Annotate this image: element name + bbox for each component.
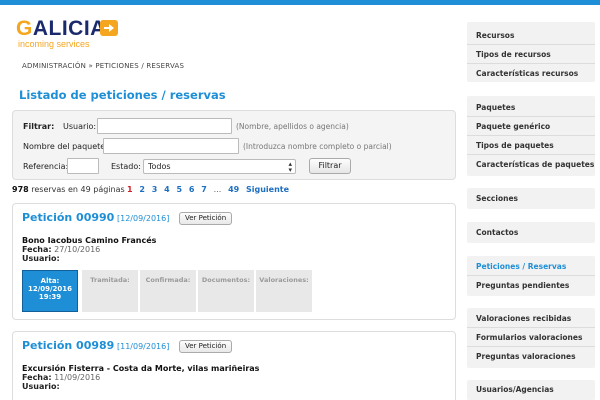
sidebar-item-paquetes[interactable]: Paquetes bbox=[467, 98, 595, 117]
page-link[interactable]: 2 bbox=[139, 185, 145, 194]
sidebar-item-secciones[interactable]: Secciones bbox=[467, 189, 595, 208]
sidebar-item-recursos[interactable]: Recursos bbox=[467, 26, 595, 45]
user-input[interactable] bbox=[97, 118, 232, 134]
request-date: [12/09/2016] bbox=[117, 214, 170, 223]
page-title: Listado de peticiones / reservas bbox=[19, 88, 226, 102]
sidebar-item-formularios-valoraciones[interactable]: Formularios valoraciones bbox=[467, 328, 595, 347]
sidebar-group-valoraciones: Valoraciones recibidas Formularios valor… bbox=[467, 308, 595, 368]
select-caret-icon: ▴ ▾ bbox=[288, 160, 292, 174]
filter-panel: Filtrar: Usuario: (Nombre, apellidos o a… bbox=[12, 110, 456, 180]
view-request-button[interactable]: Ver Petición bbox=[179, 212, 233, 225]
page-ellipsis: ... bbox=[213, 185, 222, 194]
sidebar-group-recursos: Recursos Tipos de recursos Característic… bbox=[467, 22, 595, 82]
logo-subtitle: incoming services bbox=[18, 39, 90, 49]
sidebar-group-secciones: Secciones bbox=[467, 188, 595, 209]
view-request-button[interactable]: Ver Petición bbox=[179, 340, 233, 353]
sidebar-group-peticiones: Peticiones / Reservas Preguntas pendient… bbox=[467, 256, 595, 296]
state-select[interactable]: Todos ▴ ▾ bbox=[143, 159, 296, 174]
sidebar-item-peticiones-reservas[interactable]: Peticiones / Reservas bbox=[467, 257, 595, 276]
sidebar-item-preguntas-valoraciones[interactable]: Preguntas valoraciones bbox=[467, 347, 595, 366]
step-tramitada: Tramitada: bbox=[82, 270, 138, 312]
galicia-logo[interactable]: GALICIA incoming services bbox=[16, 17, 126, 51]
step-valoraciones: Valoraciones: bbox=[256, 270, 312, 312]
step-confirmada: Confirmada: bbox=[140, 270, 196, 312]
filter-button[interactable]: Filtrar bbox=[309, 158, 351, 174]
request-date: [11/09/2016] bbox=[117, 342, 170, 351]
package-label: Nombre del paquete: bbox=[23, 142, 108, 151]
sidebar-item-tipos-recursos[interactable]: Tipos de recursos bbox=[467, 45, 595, 64]
sidebar-item-preguntas-pendientes[interactable]: Preguntas pendientes bbox=[467, 276, 595, 295]
sidebar-item-paquete-generico[interactable]: Paquete genérico bbox=[467, 117, 595, 136]
request-title: Petición 00990 bbox=[22, 211, 115, 224]
sidebar-item-caracteristicas-paquetes[interactable]: Características de paquetes bbox=[467, 155, 595, 174]
sidebar-item-usuarios-agencias[interactable]: Usuarios/Agencias bbox=[467, 380, 595, 399]
sidebar-item-caracteristicas-recursos[interactable]: Características recursos bbox=[467, 64, 595, 83]
request-fecha: Fecha: 11/09/2016 bbox=[22, 373, 101, 382]
sidebar-item-tipos-paquetes[interactable]: Tipos de paquetes bbox=[467, 136, 595, 155]
request-usuario: Usuario: bbox=[22, 254, 60, 263]
step-alta: Alta: 12/09/2016 19:39 bbox=[22, 270, 78, 312]
reference-input[interactable] bbox=[67, 158, 99, 174]
package-hint: (Introduzca nombre completo o parcial) bbox=[243, 142, 392, 151]
arrow-right-icon bbox=[100, 20, 118, 36]
request-card: Petición 00989 [11/09/2016] Ver Petición… bbox=[12, 331, 456, 400]
page-link-last[interactable]: 49 bbox=[228, 185, 239, 194]
sidebar-group-paquetes: Paquetes Paquete genérico Tipos de paque… bbox=[467, 96, 595, 176]
page-link[interactable]: 4 bbox=[164, 185, 170, 194]
sidebar-group-usuarios: Usuarios/Agencias bbox=[467, 380, 595, 400]
top-accent-bar bbox=[0, 0, 600, 5]
state-label: Estado: bbox=[111, 162, 141, 171]
page-current: 1 bbox=[127, 185, 133, 194]
user-hint: (Nombre, apellidos o agencia) bbox=[236, 122, 349, 131]
pagination: 1 2 3 4 5 6 7 ... 49 Siguiente bbox=[127, 185, 293, 194]
page-link[interactable]: 5 bbox=[177, 185, 183, 194]
request-card: Petición 00990 [12/09/2016] Ver Petición… bbox=[12, 203, 456, 320]
request-product: Excursión Fisterra - Costa da Morte, vil… bbox=[22, 364, 260, 373]
sidebar-item-contactos[interactable]: Contactos bbox=[467, 223, 595, 242]
request-usuario: Usuario: bbox=[22, 382, 60, 391]
page-link[interactable]: 7 bbox=[201, 185, 207, 194]
next-page-link[interactable]: Siguiente bbox=[246, 185, 289, 194]
page-link[interactable]: 3 bbox=[152, 185, 158, 194]
user-label: Usuario: bbox=[63, 122, 97, 131]
filter-heading: Filtrar: bbox=[23, 122, 55, 131]
request-product: Bono Iacobus Camino Francés bbox=[22, 236, 157, 245]
package-input[interactable] bbox=[103, 138, 239, 154]
request-fecha: Fecha: 27/10/2016 bbox=[22, 245, 101, 254]
request-title: Petición 00989 bbox=[22, 339, 115, 352]
logo-wordmark: GALICIA bbox=[16, 17, 106, 40]
breadcrumb: ADMINISTRACIÓN » PETICIONES / RESERVAS bbox=[22, 62, 185, 70]
sidebar-group-contactos: Contactos bbox=[467, 222, 595, 243]
page-link[interactable]: 6 bbox=[189, 185, 195, 194]
step-documentos: Documentos: bbox=[198, 270, 254, 312]
sidebar-item-valoraciones-recibidas[interactable]: Valoraciones recibidas bbox=[467, 309, 595, 328]
reference-label: Referencia: bbox=[23, 162, 69, 171]
results-summary: 978 reservas en 49 páginas bbox=[12, 185, 125, 194]
